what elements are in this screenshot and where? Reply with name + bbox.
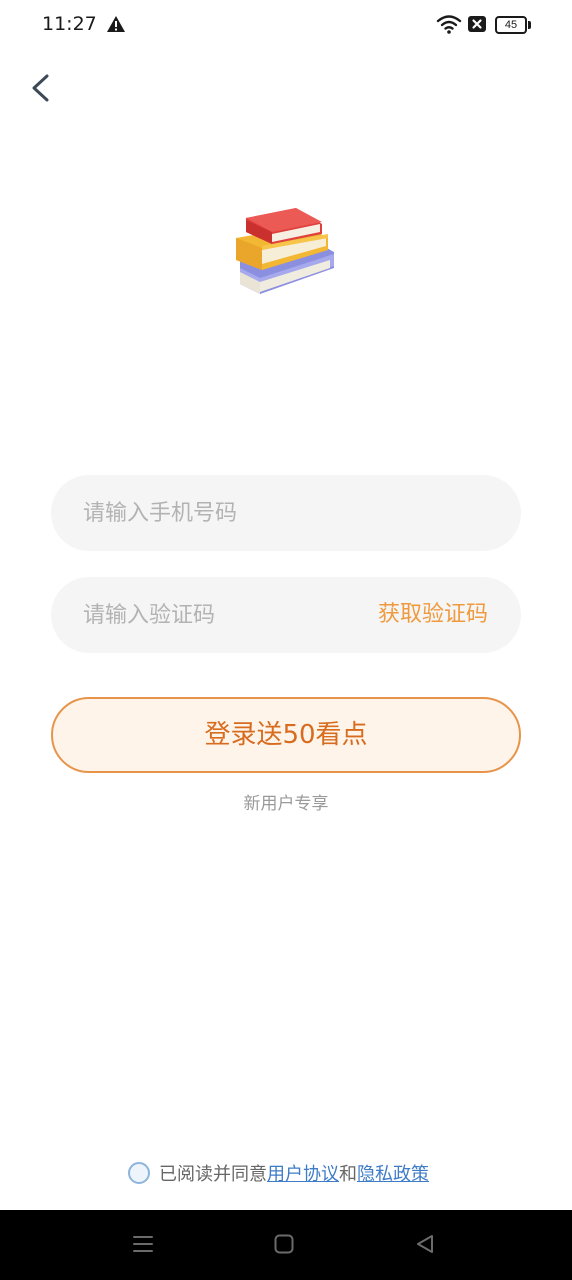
chevron-left-icon <box>32 74 49 102</box>
phone-input[interactable] <box>83 475 383 551</box>
agreement-prefix: 已阅读并同意 <box>159 1164 267 1185</box>
agreement-checkbox[interactable] <box>128 1162 150 1184</box>
agreement-row: 已阅读并同意 用户协议 和 隐私政策 <box>128 1160 429 1186</box>
agreement-conjunction: 和 <box>339 1164 357 1185</box>
wifi-icon <box>436 15 462 34</box>
verification-code-input[interactable] <box>83 577 383 653</box>
user-agreement-link[interactable]: 用户协议 <box>267 1160 339 1186</box>
get-code-button[interactable]: 获取验证码 <box>378 577 488 653</box>
battery-tip <box>528 21 531 29</box>
books-stack-icon <box>236 208 334 294</box>
new-user-note: 新用户专享 <box>243 794 329 814</box>
privacy-policy-link[interactable]: 隐私政策 <box>357 1160 429 1186</box>
back-button[interactable] <box>22 68 62 108</box>
warning-icon <box>107 16 125 32</box>
battery-level: 45 <box>495 16 527 34</box>
menu-icon[interactable] <box>131 1232 155 1256</box>
battery-icon: 45 <box>495 16 531 34</box>
code-field-container: 获取验证码 <box>51 577 521 653</box>
status-time: 11:27 <box>42 13 97 35</box>
x-notification-icon <box>468 16 486 32</box>
back-triangle-icon[interactable] <box>413 1232 437 1256</box>
status-bar: 11:27 45 <box>0 0 572 52</box>
home-icon[interactable] <box>272 1232 296 1256</box>
phone-field-container <box>51 475 521 551</box>
system-nav-bar <box>0 1210 572 1280</box>
login-button[interactable]: 登录送50看点 <box>51 697 521 773</box>
